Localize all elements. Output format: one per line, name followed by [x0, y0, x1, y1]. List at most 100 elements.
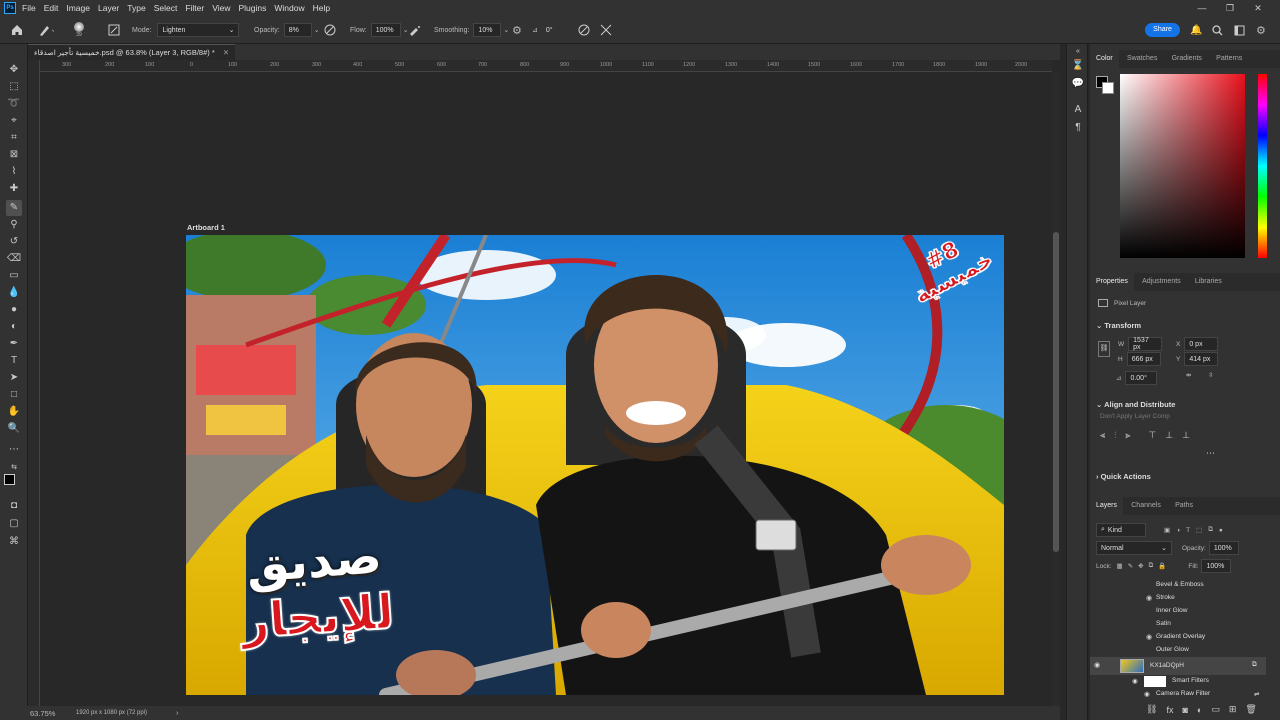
align-middle-icon[interactable]: ⊥	[1165, 430, 1173, 441]
tab-color[interactable]: Color	[1090, 50, 1119, 68]
history-brush-tool-icon[interactable]: ↺	[6, 234, 22, 250]
eye-icon[interactable]: ◉	[1132, 677, 1138, 685]
object-selection-tool-icon[interactable]: ⌖	[6, 113, 22, 129]
opacity-input[interactable]: 8%	[283, 23, 312, 37]
menu-filter[interactable]: Filter	[185, 0, 204, 16]
brush-panel-icon[interactable]	[108, 16, 120, 44]
eye-icon[interactable]: ◉	[1146, 633, 1152, 641]
effect-stroke[interactable]: ◉ Stroke	[1090, 592, 1270, 605]
flip-vertical-icon[interactable]: ⇳	[1208, 371, 1213, 379]
effect-inner-glow[interactable]: Inner Glow	[1090, 605, 1270, 618]
artboard-image[interactable]: #8 خميسية صديق للإيجار	[186, 235, 1004, 695]
add-mask-icon[interactable]: ◙	[1182, 705, 1187, 715]
tab-swatches[interactable]: Swatches	[1121, 50, 1163, 68]
tab-libraries[interactable]: Libraries	[1189, 273, 1228, 291]
crop-tool-icon[interactable]: ⌗	[6, 130, 22, 146]
gradient-tool-icon[interactable]: ▭	[6, 268, 22, 284]
width-input[interactable]: 1537 px	[1128, 337, 1163, 351]
layer-opacity-input[interactable]: 100%	[1208, 541, 1239, 555]
lock-position-icon[interactable]: ✥	[1138, 562, 1143, 570]
edit-toolbar-icon[interactable]: ⌘	[6, 534, 22, 550]
pressure-size-icon[interactable]	[578, 16, 590, 44]
rectangle-tool-icon[interactable]: □	[6, 387, 22, 403]
share-button[interactable]: Share	[1145, 23, 1180, 37]
search-icon[interactable]	[1212, 16, 1223, 44]
menu-select[interactable]: Select	[154, 0, 178, 16]
delete-layer-icon[interactable]: 🗑	[1245, 704, 1256, 715]
lock-pixels-icon[interactable]: ✎	[1128, 562, 1133, 570]
filter-smart-object-icon[interactable]: ⧉	[1208, 526, 1213, 534]
fill-input[interactable]: 100%	[1201, 559, 1232, 573]
foreground-color-swatch[interactable]	[4, 474, 15, 485]
height-input[interactable]: 666 px	[1126, 352, 1161, 366]
eye-icon[interactable]: ◉	[1094, 661, 1100, 669]
home-icon[interactable]	[10, 16, 24, 44]
align-left-icon[interactable]: ⫷	[1100, 430, 1105, 441]
vertical-scroll-thumb[interactable]	[1053, 232, 1059, 552]
tab-adjustments[interactable]: Adjustments	[1136, 273, 1187, 291]
filter-shape-icon[interactable]: ⬚	[1196, 526, 1202, 534]
screen-mode-icon[interactable]: ▢	[6, 516, 22, 532]
effect-gradient-overlay[interactable]: ◉ Gradient Overlay	[1090, 631, 1270, 644]
brush-tool-preset-icon[interactable]	[38, 16, 56, 44]
flip-horizontal-icon[interactable]: ⇹	[1186, 371, 1191, 379]
layer-filter-kind[interactable]: ⌕ Kind	[1096, 523, 1146, 537]
workspace-icon[interactable]	[1234, 16, 1245, 44]
pen-tool-icon[interactable]: ✒	[6, 336, 22, 352]
healing-brush-tool-icon[interactable]: ✚	[6, 181, 22, 197]
menu-plugins[interactable]: Plugins	[238, 0, 266, 16]
eraser-tool-icon[interactable]: ⌫	[6, 251, 22, 267]
color-panel-background-swatch[interactable]	[1102, 82, 1114, 94]
document-tab[interactable]: خميسية تأجير اصدقاء.psd @ 63.8% (Layer 3…	[28, 44, 236, 60]
sponge-tool-icon[interactable]: ◐	[6, 319, 22, 335]
menu-view[interactable]: View	[212, 0, 230, 16]
close-icon[interactable]: ✕	[1244, 0, 1272, 16]
layer-row-selected[interactable]: ◉ KX1aDQpH ⧉	[1090, 657, 1266, 675]
tab-properties[interactable]: Properties	[1090, 273, 1134, 291]
more-options-icon[interactable]: ⋯	[1206, 448, 1215, 459]
history-panel-icon[interactable]: ⌛	[1070, 58, 1086, 74]
settings-gear-icon[interactable]: ⚙	[1256, 16, 1266, 44]
tab-paths[interactable]: Paths	[1169, 497, 1199, 515]
artboard-label[interactable]: Artboard 1	[187, 223, 225, 232]
effect-satin[interactable]: Satin	[1090, 618, 1270, 631]
x-input[interactable]: 0 px	[1184, 337, 1219, 351]
symmetry-icon[interactable]	[600, 16, 612, 44]
menu-image[interactable]: Image	[66, 0, 90, 16]
flow-input[interactable]: 100%	[370, 23, 401, 37]
hue-slider[interactable]	[1258, 74, 1267, 258]
layer-style-fx-icon[interactable]: fx	[1166, 705, 1173, 715]
character-panel-icon[interactable]: A	[1070, 102, 1086, 118]
link-dimensions-icon[interactable]: ⛓	[1098, 341, 1110, 357]
menu-help[interactable]: Help	[313, 0, 330, 16]
effect-bevel-emboss[interactable]: Bevel & Emboss	[1090, 579, 1270, 592]
align-bottom-icon[interactable]: ⊥	[1182, 430, 1190, 441]
smoothing-chevron-icon[interactable]: ⌄	[503, 26, 509, 34]
smart-filters-row[interactable]: ◉ Smart Filters	[1090, 675, 1270, 688]
filter-pixel-icon[interactable]: ▣	[1164, 526, 1170, 534]
filter-toggle-icon[interactable]: ●	[1219, 527, 1223, 534]
eye-icon[interactable]: ◉	[1146, 594, 1152, 602]
rotation-input[interactable]: 0.00°	[1125, 371, 1158, 385]
marquee-tool-icon[interactable]: ⬚	[6, 79, 22, 95]
align-heading[interactable]: ⌄ Align and Distribute	[1096, 400, 1175, 409]
clone-stamp-tool-icon[interactable]: ⚲	[6, 217, 22, 233]
menu-type[interactable]: Type	[127, 0, 145, 16]
filter-options-icon[interactable]: ⇌	[1254, 690, 1259, 698]
y-input[interactable]: 414 px	[1184, 352, 1219, 366]
vertical-scrollbar[interactable]	[1052, 72, 1060, 706]
dodge-tool-icon[interactable]: ●	[6, 302, 22, 318]
hand-tool-icon[interactable]: ✋	[6, 404, 22, 420]
brush-tool-icon[interactable]: ✎	[6, 200, 22, 216]
filter-type-icon[interactable]: T	[1186, 527, 1190, 534]
move-tool-icon[interactable]: ✥	[6, 62, 22, 78]
smoothing-input[interactable]: 10%	[473, 23, 502, 37]
menu-edit[interactable]: Edit	[44, 0, 59, 16]
comments-panel-icon[interactable]: 💬	[1070, 76, 1086, 92]
new-group-icon[interactable]: ▭	[1211, 704, 1220, 715]
close-tab-icon[interactable]: ✕	[223, 48, 229, 57]
menu-file[interactable]: File	[22, 0, 36, 16]
tab-gradients[interactable]: Gradients	[1166, 50, 1208, 68]
zoom-tool-icon[interactable]: 🔍	[6, 421, 22, 437]
blend-mode-select[interactable]: Normal ⌄	[1096, 541, 1172, 555]
